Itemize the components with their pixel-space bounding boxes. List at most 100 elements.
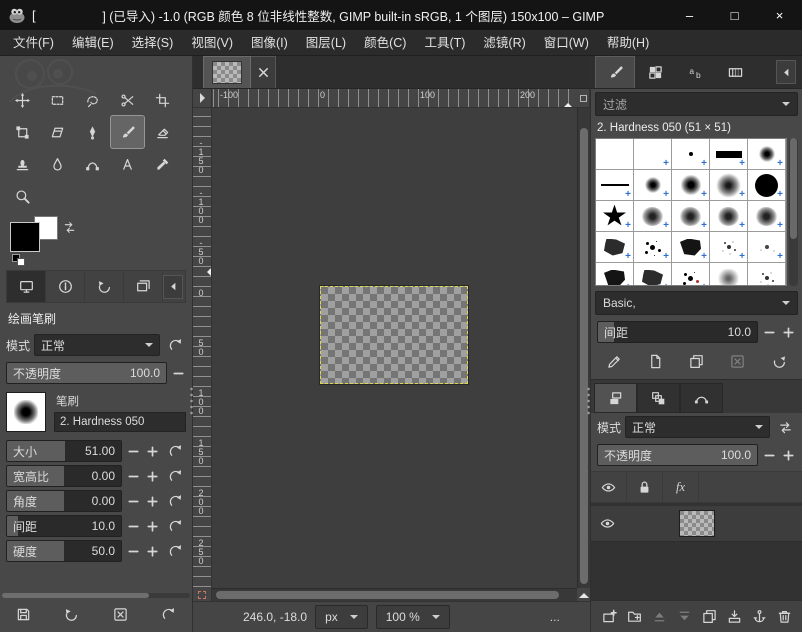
vertical-scrollbar-thumb[interactable]: [580, 128, 588, 584]
size-slider[interactable]: 大小51.00: [6, 440, 122, 462]
tool-move[interactable]: [6, 84, 39, 116]
brush-swatch-texture[interactable]: +: [596, 263, 634, 286]
dock-menu-button[interactable]: [776, 60, 796, 84]
tool-crop[interactable]: [146, 84, 179, 116]
zoom-select[interactable]: 100 %: [376, 605, 450, 629]
canvas-image[interactable]: [320, 286, 468, 384]
spacing-decrease-button[interactable]: [762, 321, 777, 343]
brush-swatch-splatter[interactable]: +: [634, 232, 672, 263]
foreground-color-swatch[interactable]: [10, 222, 40, 252]
opacity-slider[interactable]: 不透明度 100.0: [6, 362, 167, 384]
tool-color-picker[interactable]: [146, 148, 179, 180]
spacing-increase-button[interactable]: [781, 321, 796, 343]
layer-row[interactable]: [591, 506, 802, 542]
brush-swatch-speckle-sparse[interactable]: +: [748, 232, 786, 263]
brush-swatch-smoke[interactable]: [710, 263, 748, 286]
menu-file[interactable]: 文件(F): [4, 30, 63, 56]
brush-swatch-bar-thick[interactable]: +: [710, 139, 748, 170]
preset-reset-button[interactable]: [158, 603, 180, 625]
layer-anchor-button[interactable]: [748, 606, 770, 628]
brush-spacing-slider[interactable]: 间距 10.0: [597, 321, 758, 343]
aspect-ratio-reset-button[interactable]: [164, 465, 186, 487]
image-tab[interactable]: [203, 56, 276, 88]
dock-tab-info[interactable]: [46, 271, 85, 302]
tool-eraser[interactable]: [146, 116, 179, 148]
spacing-increase-button[interactable]: [145, 515, 160, 537]
brush-swatch-dot-tiny[interactable]: +: [672, 139, 710, 170]
brush-swatch-blob[interactable]: +: [672, 201, 710, 232]
lock-eye-button[interactable]: [591, 472, 627, 502]
hardness-decrease-button[interactable]: [126, 540, 141, 562]
brush-swatch-soft-dot-small[interactable]: +: [634, 170, 672, 201]
swap-colors-icon[interactable]: [62, 220, 77, 238]
default-colors-icon[interactable]: [12, 254, 28, 266]
brush-swatch-texture[interactable]: +: [672, 232, 710, 263]
brush-swatch-blob[interactable]: +: [748, 201, 786, 232]
layer-mode-switch-button[interactable]: [774, 416, 796, 438]
preset-delete-box-button[interactable]: [109, 603, 131, 625]
dock-tab-fonts[interactable]: ab: [675, 56, 715, 88]
layer-opacity-slider[interactable]: 不透明度 100.0: [597, 444, 758, 466]
menu-view[interactable]: 视图(V): [182, 30, 242, 56]
brush-swatch-speckle[interactable]: [748, 263, 786, 286]
navigation-button[interactable]: [577, 588, 590, 601]
active-brush-preview[interactable]: [6, 392, 46, 432]
dock-tab-paintbrush[interactable]: [595, 56, 635, 88]
tool-rectangle-select[interactable]: [41, 84, 74, 116]
brush-swatch-soft-dot-small[interactable]: +: [748, 139, 786, 170]
aspect-ratio-slider[interactable]: 宽高比0.00: [6, 465, 122, 487]
brush-swatch-bar-thin[interactable]: +: [596, 170, 634, 201]
aspect-ratio-increase-button[interactable]: [145, 465, 160, 487]
tool-zoom[interactable]: [6, 180, 39, 212]
brush-duplicate-button[interactable]: [686, 350, 708, 372]
menu-filters[interactable]: 滤镜(R): [474, 30, 534, 56]
horizontal-scrollbar-thumb[interactable]: [216, 591, 559, 599]
dock-menu-button[interactable]: [163, 275, 183, 299]
brush-new-doc-button[interactable]: [644, 350, 666, 372]
menu-image[interactable]: 图像(I): [242, 30, 297, 56]
menu-edit[interactable]: 编辑(E): [63, 30, 123, 56]
brush-filter-input[interactable]: 过滤: [595, 92, 798, 116]
dock-tab-monitor[interactable]: [7, 271, 46, 302]
menu-windows[interactable]: 窗口(W): [535, 30, 598, 56]
brush-grid-scrollbar[interactable]: [789, 138, 798, 286]
preset-revert-button[interactable]: [61, 603, 83, 625]
brush-swatch-splatter-red[interactable]: +: [672, 263, 710, 286]
angle-reset-button[interactable]: [164, 490, 186, 512]
layer-duplicate-button[interactable]: [698, 606, 720, 628]
spacing-slider[interactable]: 间距10.0: [6, 515, 122, 537]
layer-new-group-button[interactable]: [623, 606, 645, 628]
brush-swatch-chalk[interactable]: +: [596, 232, 634, 263]
lock-effects-button[interactable]: fx: [663, 472, 699, 502]
tool-shear[interactable]: [41, 116, 74, 148]
menu-help[interactable]: 帮助(H): [598, 30, 658, 56]
vertical-ruler[interactable]: -150-100-50050100150200250: [193, 108, 212, 588]
canvas-viewport[interactable]: [212, 108, 577, 588]
layer-new-layer-button[interactable]: [598, 606, 620, 628]
dock-tab-undo-history[interactable]: [85, 271, 124, 302]
minimize-button[interactable]: –: [667, 0, 712, 30]
layer-raise-button[interactable]: [648, 606, 670, 628]
brush-grid-scrollbar-thumb[interactable]: [790, 138, 797, 239]
tool-text[interactable]: [111, 148, 144, 180]
angle-slider[interactable]: 角度0.00: [6, 490, 122, 512]
menu-select[interactable]: 选择(S): [123, 30, 183, 56]
hardness-slider[interactable]: 硬度50.0: [6, 540, 122, 562]
brush-delete-box-button[interactable]: [727, 350, 749, 372]
quickmask-toggle[interactable]: [193, 588, 212, 601]
layer-opacity-increase-button[interactable]: [781, 444, 796, 466]
brush-swatch-star[interactable]: +: [596, 201, 634, 232]
tool-scissors[interactable]: [111, 84, 144, 116]
brush-swatch-speckle[interactable]: +: [710, 232, 748, 263]
angle-increase-button[interactable]: [145, 490, 160, 512]
panel-splitter-left[interactable]: [189, 386, 194, 416]
maximize-button[interactable]: □: [712, 0, 757, 30]
layer-merge-down-button[interactable]: [723, 606, 745, 628]
brush-swatch-blob[interactable]: +: [710, 201, 748, 232]
dock-tab-layers[interactable]: [594, 383, 637, 413]
brush-swatch-circle-solid[interactable]: +: [748, 170, 786, 201]
tool-transform[interactable]: [6, 116, 39, 148]
brush-swatch-soft-dot[interactable]: +: [672, 170, 710, 201]
unit-select[interactable]: px: [315, 605, 368, 629]
spacing-reset-button[interactable]: [164, 515, 186, 537]
